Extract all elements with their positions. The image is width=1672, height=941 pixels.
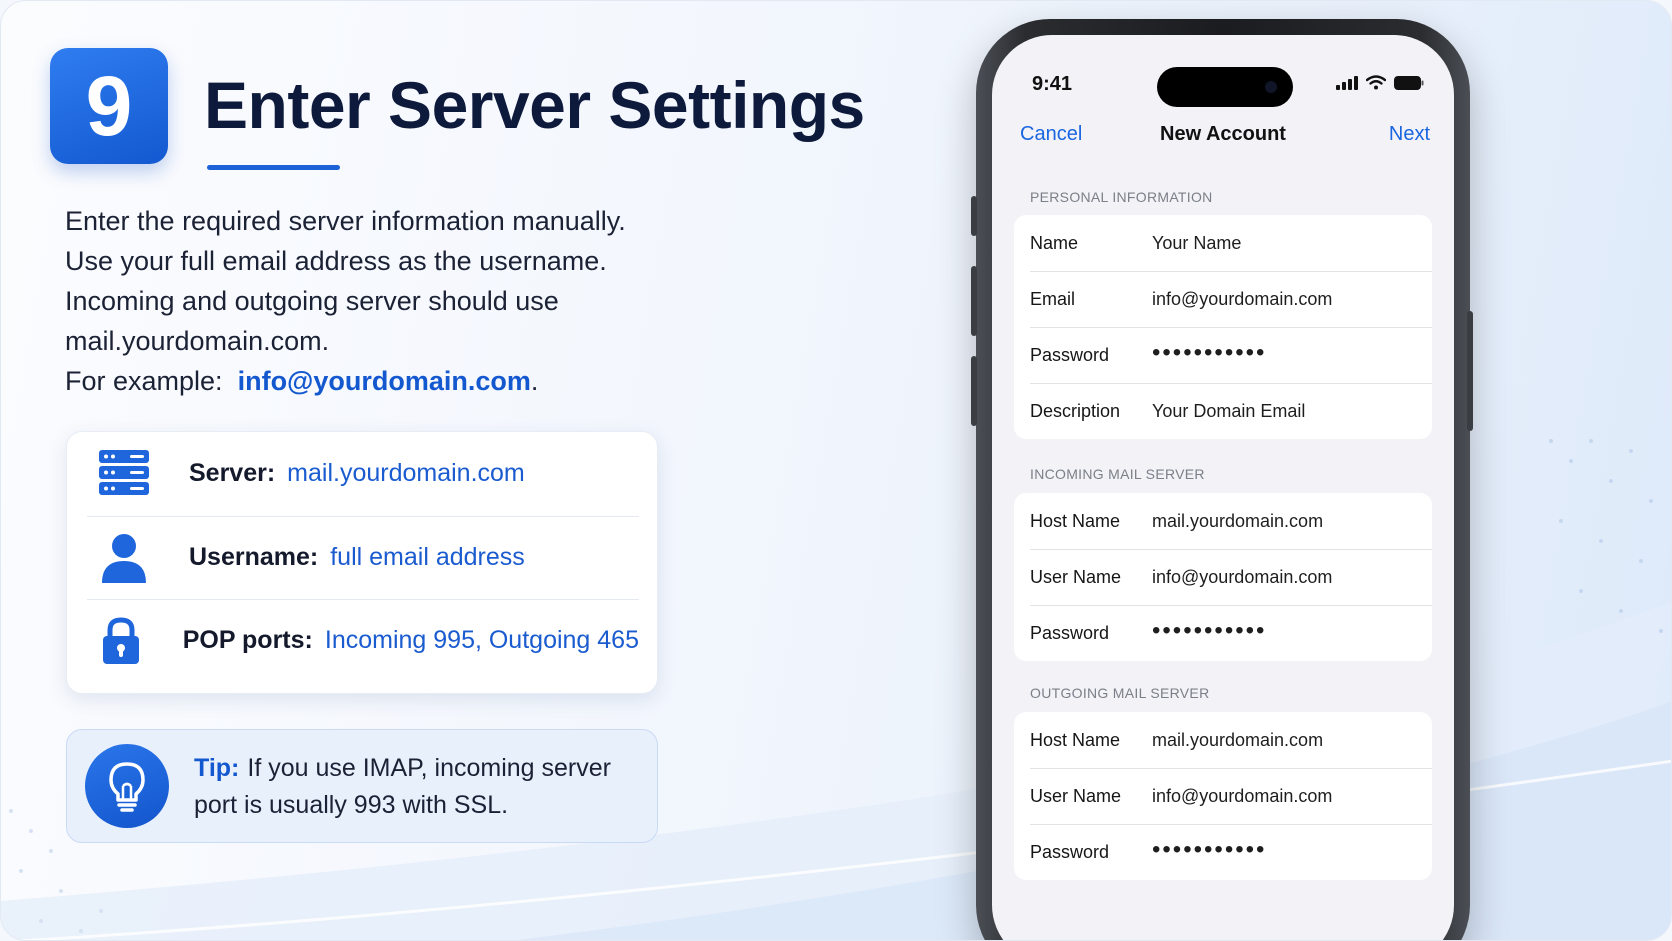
field-label: Name (1030, 232, 1079, 253)
phone-volume-up (971, 266, 977, 336)
section-header-incoming: INCOMING MAIL SERVER (1030, 466, 1205, 482)
field-label: Description (1030, 400, 1121, 421)
incoming-user-field[interactable]: info@yourdomain.com (1152, 567, 1332, 588)
field-row-incoming-host[interactable]: Host Name mail.yourdomain.com (1014, 493, 1432, 549)
outgoing-server-group: Host Name mail.yourdomain.com User Name … (1014, 712, 1432, 880)
phone-volume-down (971, 356, 977, 426)
field-label: Host Name (1030, 510, 1121, 531)
field-label: User Name (1030, 566, 1122, 587)
signal-icon (1336, 75, 1358, 90)
field-row-outgoing-password[interactable]: Password ••••••••••• (1014, 824, 1432, 880)
incoming-server-group: Host Name mail.yourdomain.com User Name … (1014, 493, 1432, 661)
outgoing-host-field[interactable]: mail.yourdomain.com (1152, 730, 1323, 751)
tip-text: Tip: If you use IMAP, incoming server por… (194, 750, 644, 824)
status-time: 9:41 (1032, 73, 1073, 95)
section-header-outgoing: OUTGOING MAIL SERVER (1030, 685, 1210, 701)
username-label: Username: (189, 543, 319, 571)
battery-icon (1394, 75, 1424, 90)
intro-text: Enter the required server information ma… (65, 201, 705, 401)
lightbulb-icon (85, 744, 169, 828)
field-row-incoming-password[interactable]: Password ••••••••••• (1014, 605, 1432, 661)
username-row: Username: full email address (87, 516, 639, 598)
nav-title: New Account (1160, 123, 1286, 145)
field-label: Password (1030, 622, 1110, 643)
field-label: Password (1030, 344, 1110, 365)
background-dots (1549, 439, 1663, 633)
ports-value: Incoming 995, Outgoing 465 (324, 626, 639, 654)
server-icon (87, 443, 161, 503)
description-field[interactable]: Your Domain Email (1152, 401, 1305, 422)
intro-line-4: mail.yourdomain.com. (65, 326, 330, 356)
next-button[interactable]: Next (1389, 123, 1430, 146)
personal-info-group: Name Your Name Email info@yourdomain.com… (1014, 215, 1432, 439)
server-label: Server: (189, 458, 276, 487)
field-label: Password (1030, 841, 1110, 862)
page-title: Enter Server Settings (204, 68, 865, 142)
email-field[interactable]: info@yourdomain.com (1152, 289, 1332, 310)
password-field[interactable]: ••••••••••• (1152, 339, 1266, 367)
field-row-outgoing-host[interactable]: Host Name mail.yourdomain.com (1014, 712, 1432, 768)
phone-mockup: 9:41 Cancel New Account Next PERSONAL IN… (976, 19, 1470, 940)
field-row-incoming-user[interactable]: User Name info@yourdomain.com (1014, 549, 1432, 605)
username-value: full email address (330, 543, 525, 571)
ports-label: POP ports: (182, 626, 313, 654)
example-prefix: For example: (65, 366, 223, 396)
tip-label: Tip: (194, 754, 240, 782)
server-row: Server: mail.yourdomain.com (87, 432, 639, 514)
tip-card: Tip: If you use IMAP, incoming server por… (66, 729, 658, 843)
server-info-card: Server: mail.yourdomain.com Username: fu… (66, 431, 658, 694)
incoming-password-field[interactable]: ••••••••••• (1152, 617, 1266, 645)
camera-dot (1265, 81, 1277, 93)
server-value: mail.yourdomain.com (287, 458, 525, 487)
incoming-host-field[interactable]: mail.yourdomain.com (1152, 511, 1323, 532)
outgoing-password-field[interactable]: ••••••••••• (1152, 836, 1266, 864)
field-row-email[interactable]: Email info@yourdomain.com (1014, 271, 1432, 327)
ports-row: POP ports: Incoming 995, Outgoing 465 (87, 599, 639, 681)
field-label: Email (1030, 288, 1076, 309)
example-email-link[interactable]: info@yourdomain.com (238, 366, 531, 396)
phone-power-button (1467, 311, 1473, 431)
section-header-personal: PERSONAL INFORMATION (1030, 189, 1213, 205)
field-row-name[interactable]: Name Your Name (1014, 215, 1432, 271)
field-label: Host Name (1030, 729, 1121, 750)
field-label: User Name (1030, 785, 1122, 806)
status-icons (1336, 75, 1424, 90)
lock-icon (87, 611, 155, 671)
intro-line-3: Incoming and outgoing server should use (65, 286, 559, 316)
intro-line-5: For example: info@yourdomain.com. (65, 361, 705, 401)
phone-screen: 9:41 Cancel New Account Next PERSONAL IN… (992, 35, 1454, 940)
step-number-badge: 9 (50, 48, 168, 164)
intro-line-1: Enter the required server information ma… (65, 206, 626, 236)
user-icon (87, 528, 161, 588)
name-field[interactable]: Your Name (1152, 233, 1241, 254)
slide-canvas: 9 Enter Server Settings Enter the requir… (0, 0, 1672, 941)
intro-line-2: Use your full email address as the usern… (65, 246, 607, 276)
example-suffix: . (530, 366, 539, 396)
field-row-password[interactable]: Password ••••••••••• (1014, 327, 1432, 383)
dynamic-island (1157, 67, 1293, 107)
field-row-description[interactable]: Description Your Domain Email (1014, 383, 1432, 439)
outgoing-user-field[interactable]: info@yourdomain.com (1152, 786, 1332, 807)
wifi-icon (1366, 75, 1386, 90)
phone-side-button (971, 196, 977, 236)
field-row-outgoing-user[interactable]: User Name info@yourdomain.com (1014, 768, 1432, 824)
title-underline (207, 165, 340, 170)
tip-body: If you use IMAP, incoming server port is… (194, 754, 611, 819)
